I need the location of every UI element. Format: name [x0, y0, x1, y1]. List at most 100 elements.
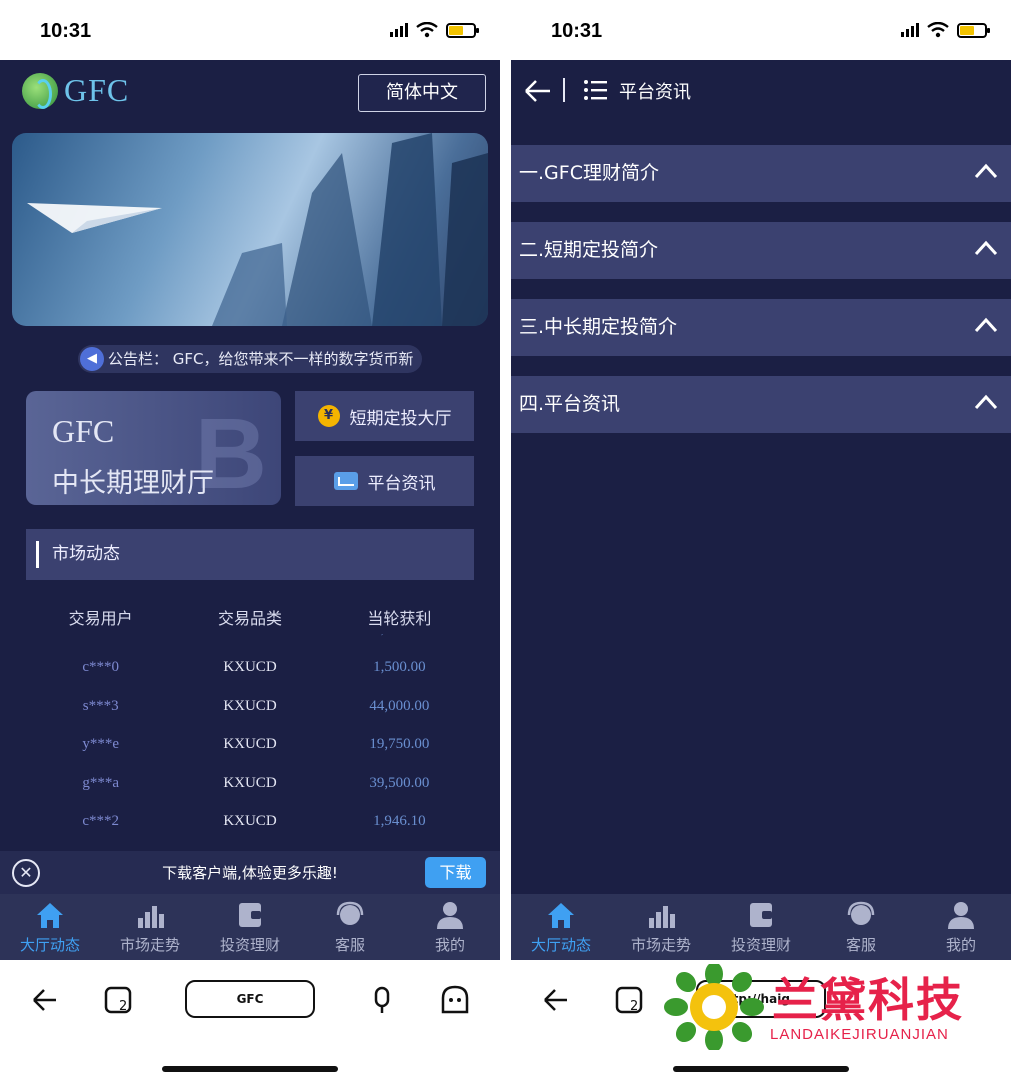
list-icon[interactable]: [583, 78, 607, 102]
page-title: 平台资讯: [619, 82, 691, 103]
short-term-hall-label: 短期定投大厅: [349, 408, 452, 429]
back-arrow-icon[interactable]: [541, 980, 571, 1020]
svg-text:2: 2: [119, 999, 127, 1014]
bottom-tab-bar: 大厅动态 市场走势 投资理财 客服 我的: [511, 894, 1011, 960]
tab-invest[interactable]: 投资理财: [711, 894, 811, 960]
tab-market[interactable]: 市场走势: [611, 894, 711, 960]
tabs-count-icon[interactable]: 2: [615, 980, 645, 1020]
tab-market[interactable]: 市场走势: [100, 894, 200, 960]
monitor-chart-icon: [333, 472, 358, 490]
address-bar[interactable]: GFC: [185, 980, 315, 1018]
status-bar: 10:31: [511, 0, 1011, 60]
signal-icon: [901, 23, 919, 37]
short-term-hall-button[interactable]: ¥ 短期定投大厅: [295, 391, 474, 441]
logo-text: GFC: [64, 72, 130, 108]
wifi-icon: [416, 22, 438, 38]
microphone-icon[interactable]: [370, 980, 394, 1020]
back-arrow-icon[interactable]: [30, 980, 60, 1020]
close-icon[interactable]: ✕: [12, 859, 40, 887]
home-indicator: [673, 1066, 849, 1072]
home-indicator: [162, 1066, 338, 1072]
app-content: 平台资讯 一.GFC理财简介 二.短期定投简介 三.中长期定投简介 四.平台资讯…: [511, 60, 1011, 960]
status-icons: [390, 22, 479, 38]
market-table-header: 交易用户 交易品类 当轮获利: [26, 605, 474, 629]
browser-toolbar: 2 GFC: [0, 960, 500, 1082]
status-time: 10:31: [551, 20, 603, 42]
status-time: 10:31: [40, 20, 92, 42]
chevron-up-icon: [974, 394, 998, 410]
wallet-icon: [239, 902, 261, 927]
table-row: s***3 KXUCD 44,000.00: [82, 697, 430, 714]
col-header-profit: 当轮获利: [367, 609, 432, 628]
accordion-item-mid-long-term[interactable]: 三.中长期定投简介: [511, 299, 1011, 356]
accordion-title: 四.平台资讯: [519, 393, 621, 415]
card-title: 中长期理财厅: [52, 468, 214, 499]
market-section-header: 市场动态: [26, 529, 474, 580]
watermark-subtitle: LANDAIKEJIRUANJIAN: [770, 1026, 949, 1043]
bottom-tab-bar: 大厅动态 市场走势 投资理财 客服 我的: [0, 894, 500, 960]
accordion-item-gfc-intro[interactable]: 一.GFC理财简介: [511, 145, 1011, 202]
accordion-item-platform-news[interactable]: 四.平台资讯: [511, 376, 1011, 433]
svg-text:2: 2: [630, 999, 638, 1014]
market-table-body[interactable]: c***0KXUCD1,500.00 c***0 KXUCD 1,500.00 …: [26, 634, 474, 830]
accordion-title: 三.中长期定投简介: [519, 316, 678, 338]
download-bar: 下载客户端,体验更多乐趣! ✕ 下载: [0, 851, 500, 895]
status-bar: 10:31: [0, 0, 500, 60]
chevron-up-icon: [974, 163, 998, 179]
tab-invest[interactable]: 投资理财: [200, 894, 300, 960]
table-row: c***0 KXUCD 1,500.00: [82, 659, 426, 676]
user-icon: [948, 901, 974, 929]
logo-icon: [22, 72, 58, 109]
back-arrow-icon[interactable]: [523, 76, 553, 106]
flower-logo-icon: [664, 962, 764, 1052]
left-phone-screen: 10:31 GFC 简体中文 ◀ 公告栏： GFC，给您带来不一样的数字货币新 …: [0, 0, 500, 1082]
headset-icon: [847, 901, 875, 925]
mid-long-term-hall-card[interactable]: B GFC 中长期理财厅: [26, 391, 281, 505]
banner-image[interactable]: [12, 133, 488, 326]
platform-news-button[interactable]: 平台资讯: [295, 456, 474, 506]
tab-service[interactable]: 客服: [811, 894, 911, 960]
language-button[interactable]: 简体中文: [358, 74, 486, 112]
assistant-icon[interactable]: [440, 980, 470, 1020]
watermark-title: 兰黛科技: [772, 973, 964, 1027]
table-row: c***2 KXUCD 1,946.10: [82, 813, 426, 830]
tabs-count-icon[interactable]: 2: [104, 980, 134, 1020]
battery-icon: [957, 22, 990, 38]
notice-bar[interactable]: ◀ 公告栏： GFC，给您带来不一样的数字货币新: [78, 345, 422, 373]
chevron-up-icon: [974, 317, 998, 333]
accordion-title: 一.GFC理财简介: [519, 162, 659, 184]
tab-lobby[interactable]: 大厅动态: [0, 894, 100, 960]
col-header-user: 交易用户: [68, 609, 133, 628]
headset-icon: [336, 901, 364, 925]
table-row: g***a KXUCD 39,500.00: [82, 774, 430, 791]
tab-mine[interactable]: 我的: [911, 894, 1011, 960]
top-bar: GFC 简体中文: [0, 60, 500, 132]
right-phone-screen: 10:31 平台资讯 一.GFC理财简介 二.短期定投简介 三.中长期定投简介 …: [511, 0, 1011, 1082]
home-icon: [548, 902, 574, 928]
card-brand: GFC: [52, 413, 115, 449]
notice-text: 公告栏： GFC，给您带来不一样的数字货币新: [108, 350, 414, 368]
gfc-logo: GFC: [22, 72, 129, 109]
app-content: GFC 简体中文 ◀ 公告栏： GFC，给您带来不一样的数字货币新 B GFC …: [0, 60, 500, 960]
battery-icon: [446, 22, 479, 38]
tab-mine[interactable]: 我的: [400, 894, 500, 960]
status-icons: [901, 22, 990, 38]
bar-chart-icon: [649, 905, 675, 928]
header-divider: [563, 78, 565, 102]
wifi-icon: [927, 22, 949, 38]
news-header: 平台资讯: [511, 60, 1011, 122]
tab-lobby[interactable]: 大厅动态: [511, 894, 611, 960]
signal-icon: [390, 23, 408, 37]
table-row: c***0KXUCD1,500.00: [26, 634, 474, 649]
download-button[interactable]: 下载: [425, 857, 486, 888]
wallet-icon: [750, 902, 772, 927]
accordion-title: 二.短期定投简介: [519, 239, 659, 261]
bar-chart-icon: [138, 905, 164, 928]
table-row: y***e KXUCD 19,750.00: [82, 736, 430, 753]
yen-icon: ¥: [317, 405, 340, 427]
accordion-item-short-term[interactable]: 二.短期定投简介: [511, 222, 1011, 279]
tab-service[interactable]: 客服: [300, 894, 400, 960]
watermark-logo: 兰黛科技 LANDAIKEJIRUANJIAN: [664, 962, 994, 1052]
col-header-product: 交易品类: [217, 609, 282, 628]
home-icon: [37, 902, 63, 928]
